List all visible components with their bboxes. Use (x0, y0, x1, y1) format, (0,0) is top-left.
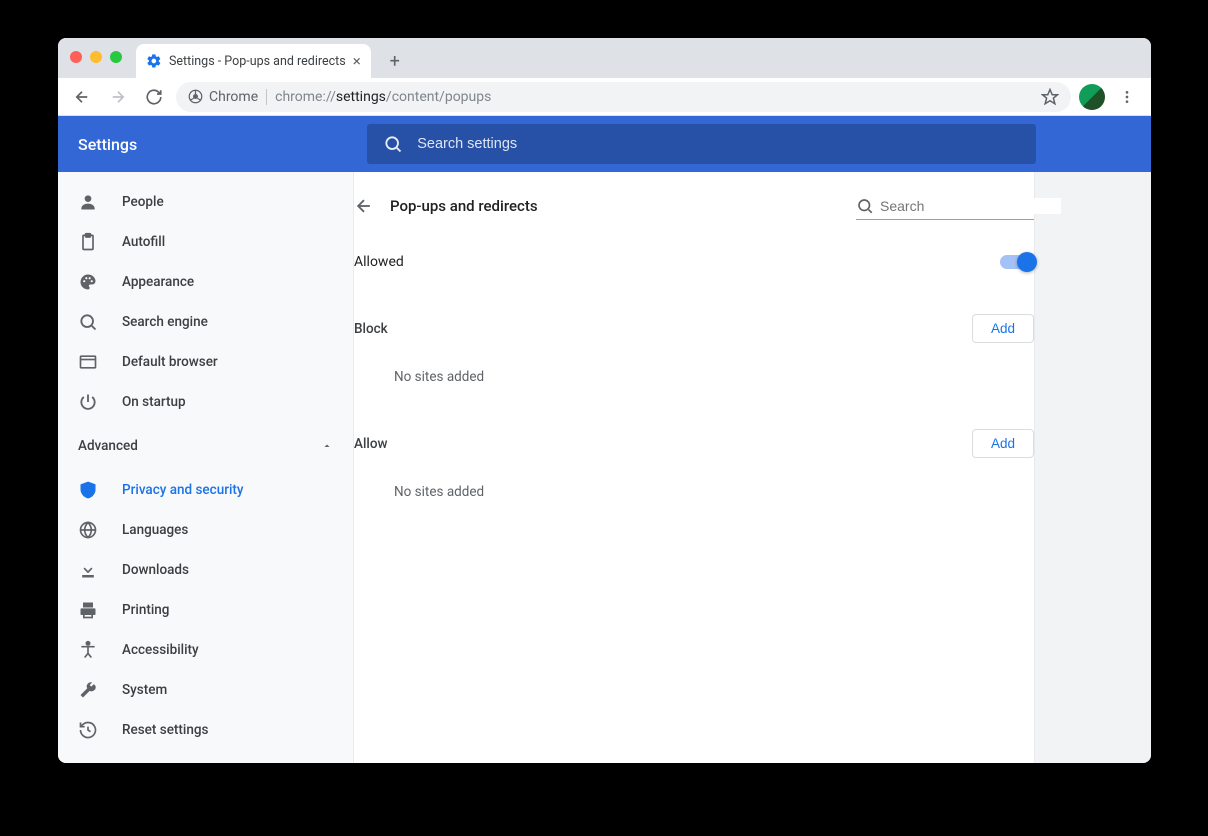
sidebar-item-autofill[interactable]: Autofill (58, 222, 353, 262)
traffic-lights (70, 51, 122, 63)
sidebar-item-accessibility[interactable]: Accessibility (58, 630, 353, 670)
sidebar-item-printing[interactable]: Printing (58, 590, 353, 630)
chip-separator (266, 89, 267, 105)
sidebar-item-search-engine[interactable]: Search engine (58, 302, 353, 342)
bookmark-star-icon[interactable] (1041, 88, 1059, 106)
sidebar-item-system[interactable]: System (58, 670, 353, 710)
allow-section-title: Allow (354, 436, 388, 452)
sidebar-item-privacy-security[interactable]: Privacy and security (58, 470, 353, 510)
sidebar-item-label: Search engine (122, 314, 208, 330)
toggle-knob (1017, 252, 1037, 272)
search-icon (856, 197, 874, 215)
page-header: Pop-ups and redirects (354, 186, 1034, 226)
restore-icon (78, 720, 98, 740)
chip-label: Chrome (209, 89, 258, 105)
allowed-row: Allowed (354, 254, 1034, 270)
block-section-head: Block Add (354, 314, 1034, 343)
sidebar-item-label: Languages (122, 522, 188, 538)
settings-body: People Autofill Appearance Search engine… (58, 172, 1151, 763)
right-gutter (1034, 172, 1151, 763)
sidebar-item-on-startup[interactable]: On startup (58, 382, 353, 422)
reload-button[interactable] (140, 83, 168, 111)
security-chip: Chrome (188, 89, 258, 105)
settings-main-inner: Pop-ups and redirects Allowed Block Add N… (354, 172, 1034, 763)
printer-icon (78, 600, 98, 620)
page-search[interactable] (856, 192, 1034, 220)
palette-icon (78, 272, 98, 292)
block-empty-text: No sites added (394, 369, 1034, 385)
download-icon (78, 560, 98, 580)
sidebar-item-default-browser[interactable]: Default browser (58, 342, 353, 382)
search-icon (78, 312, 98, 332)
sidebar-item-label: Privacy and security (122, 482, 244, 498)
browser-tab[interactable]: Settings - Pop-ups and redirects × (136, 44, 371, 78)
sidebar-item-reset-settings[interactable]: Reset settings (58, 710, 353, 750)
allow-add-button[interactable]: Add (972, 429, 1034, 458)
sidebar-item-label: System (122, 682, 167, 698)
sidebar-item-label: Appearance (122, 274, 194, 290)
settings-search-input[interactable] (417, 136, 1020, 152)
shield-icon (78, 480, 98, 500)
block-section: Block Add No sites added (354, 314, 1034, 385)
sidebar-item-people[interactable]: People (58, 182, 353, 222)
window-zoom-button[interactable] (110, 51, 122, 63)
block-add-button[interactable]: Add (972, 314, 1034, 343)
page-search-input[interactable] (880, 198, 1061, 214)
wrench-icon (78, 680, 98, 700)
settings-main: Pop-ups and redirects Allowed Block Add N… (354, 172, 1034, 763)
sidebar-item-label: Accessibility (122, 642, 199, 658)
allowed-toggle[interactable] (1000, 255, 1034, 269)
tab-strip: Settings - Pop-ups and redirects × + (58, 38, 1151, 78)
person-icon (78, 192, 98, 212)
browser-toolbar: Chrome chrome://settings/content/popups (58, 78, 1151, 116)
allowed-label: Allowed (354, 254, 404, 270)
power-icon (78, 392, 98, 412)
forward-button[interactable] (104, 83, 132, 111)
search-icon (383, 134, 403, 154)
accessibility-icon (78, 640, 98, 660)
sidebar-item-downloads[interactable]: Downloads (58, 550, 353, 590)
window-close-button[interactable] (70, 51, 82, 63)
new-tab-button[interactable]: + (381, 47, 409, 75)
sidebar-item-label: Downloads (122, 562, 189, 578)
settings-sidebar: People Autofill Appearance Search engine… (58, 172, 354, 763)
tab-close-icon[interactable]: × (353, 54, 361, 69)
settings-gear-icon (146, 53, 162, 69)
app-title: Settings (78, 135, 137, 154)
browser-menu-button[interactable] (1113, 89, 1141, 105)
sidebar-item-label: Printing (122, 602, 169, 618)
globe-icon (78, 520, 98, 540)
sidebar-group-label: Advanced (78, 438, 138, 454)
allow-empty-text: No sites added (394, 484, 1034, 500)
sidebar-item-label: On startup (122, 394, 186, 410)
page-title: Pop-ups and redirects (390, 197, 538, 215)
allow-section-head: Allow Add (354, 429, 1034, 458)
sidebar-item-label: People (122, 194, 164, 210)
sidebar-group-advanced[interactable]: Advanced (58, 422, 353, 470)
chrome-icon (188, 89, 203, 104)
sidebar-item-label: Autofill (122, 234, 165, 250)
profile-avatar[interactable] (1079, 84, 1105, 110)
sidebar-item-label: Reset settings (122, 722, 208, 738)
back-button[interactable] (68, 83, 96, 111)
browser-icon (78, 352, 98, 372)
chevron-up-icon (321, 440, 333, 452)
address-bar[interactable]: Chrome chrome://settings/content/popups (176, 82, 1071, 112)
allow-section: Allow Add No sites added (354, 429, 1034, 500)
settings-search-bar[interactable] (367, 124, 1036, 164)
window-minimize-button[interactable] (90, 51, 102, 63)
sidebar-item-appearance[interactable]: Appearance (58, 262, 353, 302)
sidebar-item-languages[interactable]: Languages (58, 510, 353, 550)
tab-title: Settings - Pop-ups and redirects (169, 54, 346, 69)
settings-header: Settings (58, 116, 1151, 172)
sidebar-item-label: Default browser (122, 354, 218, 370)
page-back-button[interactable] (354, 196, 386, 216)
browser-window: Settings - Pop-ups and redirects × + Chr… (58, 38, 1151, 763)
block-section-title: Block (354, 321, 388, 337)
url-text: chrome://settings/content/popups (275, 89, 491, 105)
clipboard-icon (78, 232, 98, 252)
